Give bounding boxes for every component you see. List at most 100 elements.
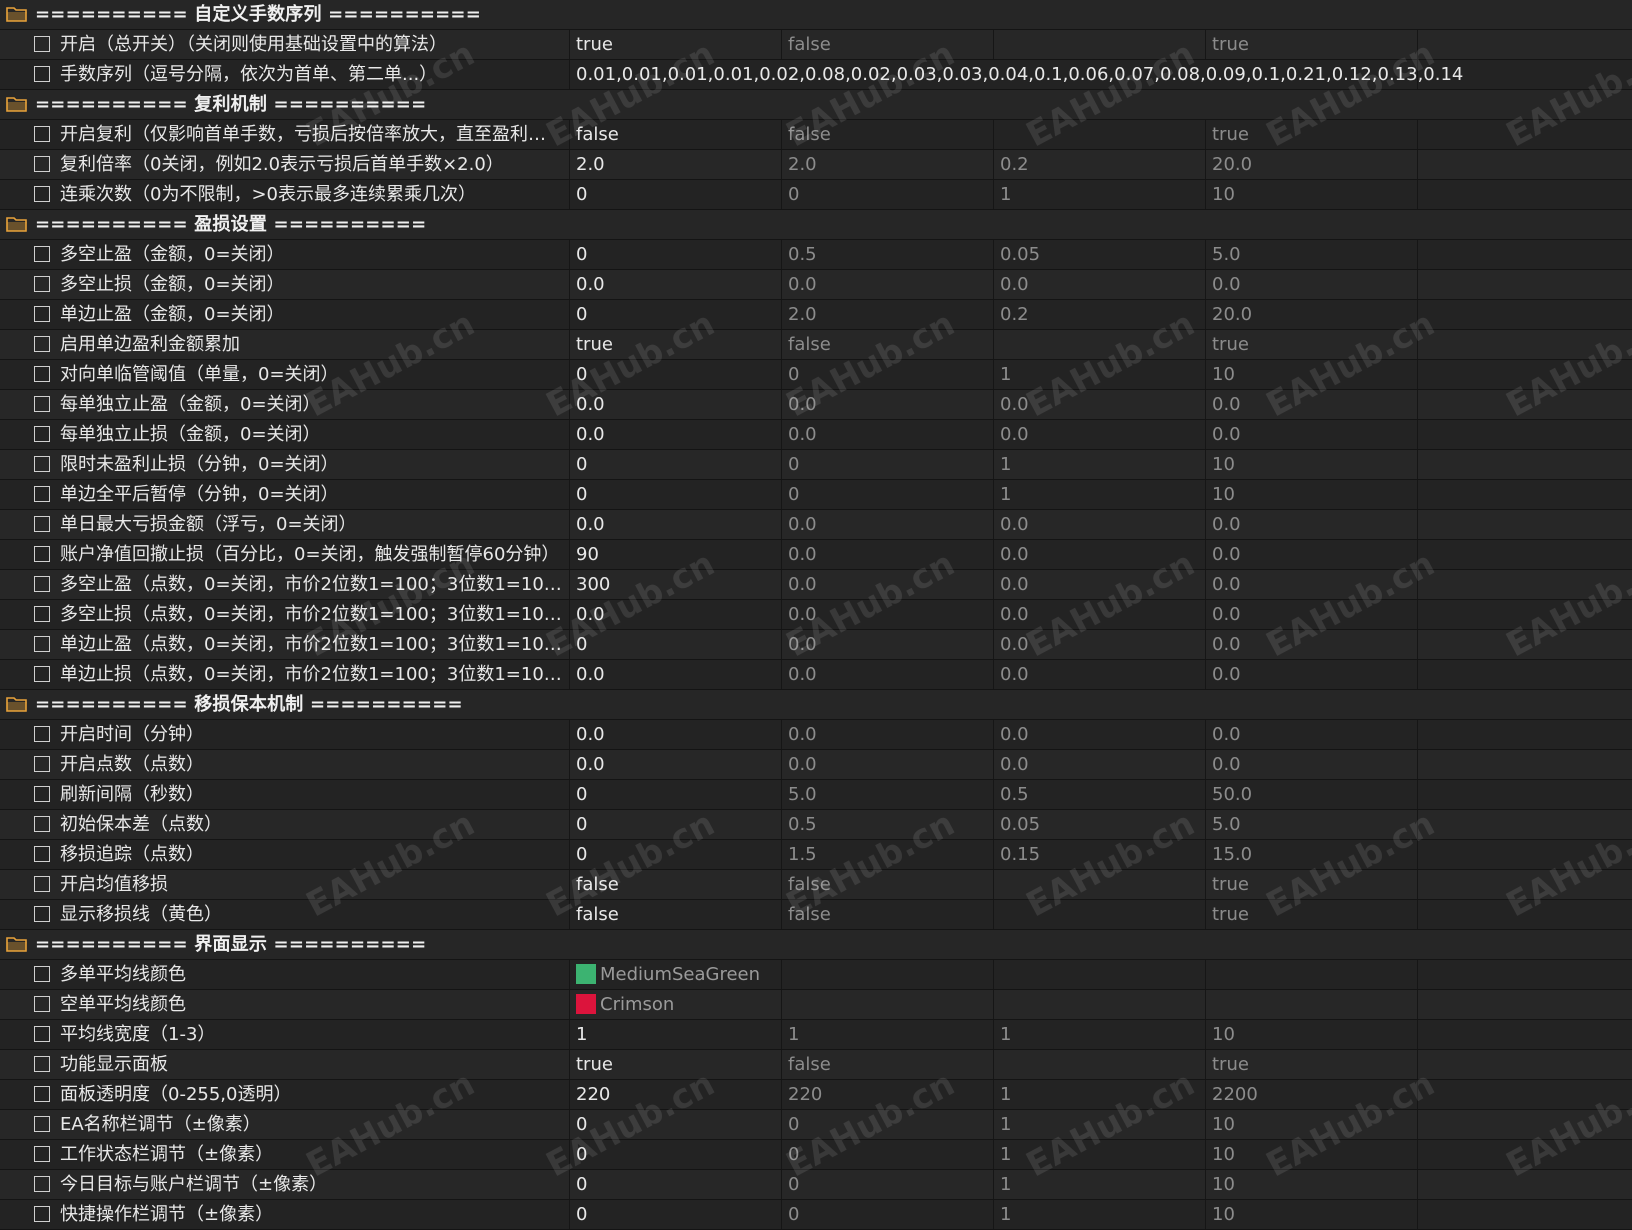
- param-value[interactable]: 0: [569, 360, 781, 389]
- param-stop[interactable]: 0.0: [1205, 660, 1417, 689]
- param-start[interactable]: 5.0: [781, 780, 993, 809]
- param-start[interactable]: 0.0: [781, 600, 993, 629]
- param-step[interactable]: 1: [993, 360, 1205, 389]
- param-stop[interactable]: [1205, 960, 1417, 989]
- param-step[interactable]: 1: [993, 180, 1205, 209]
- param-step[interactable]: [993, 960, 1205, 989]
- param-checkbox[interactable]: [34, 1146, 50, 1162]
- param-checkbox[interactable]: [34, 1116, 50, 1132]
- param-checkbox[interactable]: [34, 906, 50, 922]
- param-start[interactable]: 2.0: [781, 300, 993, 329]
- param-checkbox[interactable]: [34, 576, 50, 592]
- param-start[interactable]: 0: [781, 1170, 993, 1199]
- param-start[interactable]: [781, 960, 993, 989]
- param-checkbox[interactable]: [34, 606, 50, 622]
- param-value[interactable]: 0: [569, 300, 781, 329]
- param-start[interactable]: false: [781, 900, 993, 929]
- param-step[interactable]: 0.0: [993, 750, 1205, 779]
- param-start[interactable]: false: [781, 1050, 993, 1079]
- param-checkbox[interactable]: [34, 426, 50, 442]
- param-start[interactable]: 2.0: [781, 150, 993, 179]
- group-header[interactable]: ========== 界面显示 ==========: [0, 930, 1632, 960]
- param-start[interactable]: false: [781, 120, 993, 149]
- param-step[interactable]: 0.0: [993, 420, 1205, 449]
- param-checkbox[interactable]: [34, 336, 50, 352]
- param-value[interactable]: 0: [569, 840, 781, 869]
- param-stop[interactable]: 50.0: [1205, 780, 1417, 809]
- param-value[interactable]: 0: [569, 480, 781, 509]
- param-checkbox[interactable]: [34, 1086, 50, 1102]
- param-stop[interactable]: 0.0: [1205, 570, 1417, 599]
- param-start[interactable]: 0: [781, 1200, 993, 1229]
- param-step[interactable]: 0.2: [993, 300, 1205, 329]
- param-start[interactable]: 0.5: [781, 240, 993, 269]
- param-value[interactable]: 0: [569, 1200, 781, 1229]
- group-header[interactable]: ========== 盈损设置 ==========: [0, 210, 1632, 240]
- param-stop[interactable]: 5.0: [1205, 810, 1417, 839]
- param-step[interactable]: 0.0: [993, 660, 1205, 689]
- param-start[interactable]: 0: [781, 180, 993, 209]
- param-stop[interactable]: true: [1205, 900, 1417, 929]
- param-checkbox[interactable]: [34, 156, 50, 172]
- param-step[interactable]: 1: [993, 1110, 1205, 1139]
- param-stop[interactable]: 0.0: [1205, 720, 1417, 749]
- param-value[interactable]: 90: [569, 540, 781, 569]
- param-checkbox[interactable]: [34, 246, 50, 262]
- param-value[interactable]: 0: [569, 1110, 781, 1139]
- param-stop[interactable]: 10: [1205, 450, 1417, 479]
- param-step[interactable]: 0.0: [993, 390, 1205, 419]
- param-start[interactable]: false: [781, 30, 993, 59]
- param-start[interactable]: 0.0: [781, 750, 993, 779]
- param-value[interactable]: false: [569, 120, 781, 149]
- param-start[interactable]: 0: [781, 1140, 993, 1169]
- param-value[interactable]: 220: [569, 1080, 781, 1109]
- param-value[interactable]: false: [569, 870, 781, 899]
- param-stop[interactable]: 0.0: [1205, 750, 1417, 779]
- param-checkbox[interactable]: [34, 126, 50, 142]
- param-stop[interactable]: 2200: [1205, 1080, 1417, 1109]
- param-stop[interactable]: 10: [1205, 1170, 1417, 1199]
- group-header[interactable]: ========== 复利机制 ==========: [0, 90, 1632, 120]
- param-step[interactable]: 0.05: [993, 810, 1205, 839]
- param-checkbox[interactable]: [34, 486, 50, 502]
- param-checkbox[interactable]: [34, 996, 50, 1012]
- param-value[interactable]: false: [569, 900, 781, 929]
- param-checkbox[interactable]: [34, 186, 50, 202]
- param-checkbox[interactable]: [34, 306, 50, 322]
- param-value[interactable]: 0: [569, 810, 781, 839]
- param-stop[interactable]: 10: [1205, 1140, 1417, 1169]
- param-stop[interactable]: 10: [1205, 360, 1417, 389]
- param-start[interactable]: [781, 990, 993, 1019]
- param-start[interactable]: 0: [781, 480, 993, 509]
- param-stop[interactable]: true: [1205, 330, 1417, 359]
- param-stop[interactable]: 20.0: [1205, 300, 1417, 329]
- param-start[interactable]: false: [781, 330, 993, 359]
- param-value[interactable]: 0.0: [569, 420, 781, 449]
- param-value[interactable]: 0: [569, 180, 781, 209]
- param-start[interactable]: 0.0: [781, 720, 993, 749]
- param-value[interactable]: 0: [569, 630, 781, 659]
- param-value[interactable]: true: [569, 30, 781, 59]
- param-checkbox[interactable]: [34, 846, 50, 862]
- param-start[interactable]: 220: [781, 1080, 993, 1109]
- param-step[interactable]: 0.15: [993, 840, 1205, 869]
- param-step[interactable]: 1: [993, 1200, 1205, 1229]
- param-checkbox[interactable]: [34, 456, 50, 472]
- param-checkbox[interactable]: [34, 876, 50, 892]
- param-value[interactable]: Crimson: [569, 990, 781, 1019]
- param-stop[interactable]: 10: [1205, 1110, 1417, 1139]
- param-step[interactable]: 1: [993, 480, 1205, 509]
- param-step[interactable]: 1: [993, 450, 1205, 479]
- param-value[interactable]: 0.0: [569, 600, 781, 629]
- param-checkbox[interactable]: [34, 516, 50, 532]
- param-value[interactable]: 0.0: [569, 510, 781, 539]
- param-checkbox[interactable]: [34, 276, 50, 292]
- param-start[interactable]: 1.5: [781, 840, 993, 869]
- param-stop[interactable]: 0.0: [1205, 630, 1417, 659]
- param-checkbox[interactable]: [34, 726, 50, 742]
- param-stop[interactable]: 0.0: [1205, 600, 1417, 629]
- param-step[interactable]: [993, 870, 1205, 899]
- param-value[interactable]: 1: [569, 1020, 781, 1049]
- param-stop[interactable]: 20.0: [1205, 150, 1417, 179]
- param-value[interactable]: true: [569, 330, 781, 359]
